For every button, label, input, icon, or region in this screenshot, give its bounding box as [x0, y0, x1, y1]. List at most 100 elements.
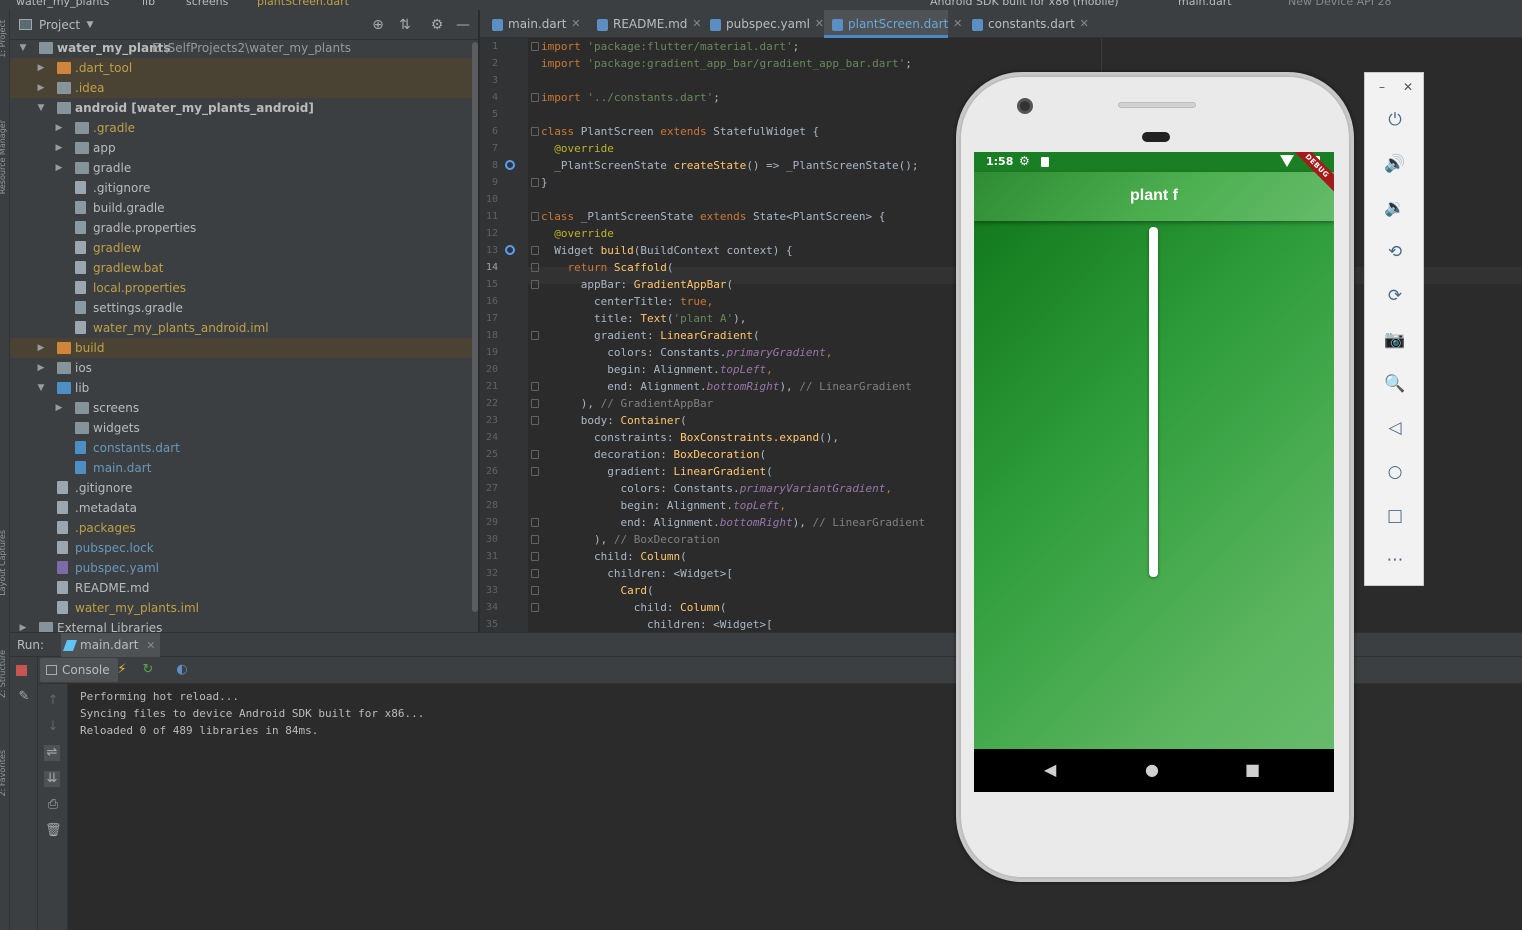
editor-tab[interactable]: main.dart ✕ [484, 10, 580, 38]
collapse-arrow-icon[interactable]: ▶ [54, 118, 64, 138]
expand-arrow-icon[interactable]: ▼ [18, 38, 28, 58]
fold-marker-icon[interactable] [531, 93, 539, 102]
tree-item[interactable]: README.md [10, 578, 478, 598]
home-button[interactable]: ● [1145, 761, 1159, 779]
fold-marker-icon[interactable] [531, 569, 539, 578]
fold-marker-icon[interactable] [531, 603, 539, 612]
close-icon[interactable]: ✕ [1080, 10, 1089, 38]
hot-restart-icon[interactable]: ↻ [140, 662, 156, 678]
editor-tab[interactable]: README.md ✕ [589, 10, 701, 38]
fold-marker-icon[interactable] [531, 467, 539, 476]
expand-arrow-icon[interactable]: ▼ [36, 378, 46, 398]
fold-marker-icon[interactable] [531, 450, 539, 459]
tree-item[interactable]: ▶ .dart_tool [10, 58, 478, 78]
camera-icon[interactable]: 📷 [1384, 329, 1406, 351]
fold-marker-icon[interactable] [531, 416, 539, 425]
fold-marker-icon[interactable] [531, 212, 539, 221]
collapse-arrow-icon[interactable]: ▶ [36, 338, 46, 358]
avd-selector[interactable]: New Device API 28 [1288, 0, 1392, 8]
close-icon[interactable]: ✕ [571, 10, 580, 38]
fold-marker-icon[interactable] [531, 42, 539, 51]
tree-item[interactable]: ▶ External Libraries [10, 618, 478, 632]
breadcrumb-file[interactable]: plantScreen.dart [257, 0, 349, 8]
tree-item[interactable]: main.dart [10, 458, 478, 478]
collapse-arrow-icon[interactable]: ▶ [54, 138, 64, 158]
collapse-arrow-icon[interactable]: ▶ [54, 158, 64, 178]
fold-marker-icon[interactable] [531, 382, 539, 391]
emulator-screen[interactable]: 1:58 ⚙ plant f DEBUG ◀ ● ■ [974, 152, 1334, 792]
collapse-arrow-icon[interactable]: ▶ [36, 58, 46, 78]
breadcrumb-lib[interactable]: lib [142, 0, 155, 8]
scroll-to-end-icon[interactable]: ⇊ [44, 771, 60, 787]
close-icon[interactable]: ✕ [1403, 80, 1413, 94]
fold-marker-icon[interactable] [531, 586, 539, 595]
close-icon[interactable]: ✕ [815, 10, 824, 38]
minimize-icon[interactable]: – [1379, 80, 1385, 94]
zoom-icon[interactable]: 🔍 [1384, 373, 1406, 395]
fold-marker-icon[interactable] [531, 178, 539, 187]
tree-item[interactable]: ▶ ios [10, 358, 478, 378]
volume-up-icon[interactable]: 🔊 [1384, 153, 1406, 175]
hot-reload-icon[interactable]: ⚡ [114, 662, 130, 678]
more-icon[interactable]: ⋯ [1384, 549, 1406, 571]
back-button[interactable]: ◀ [1044, 761, 1056, 779]
fold-marker-icon[interactable] [531, 246, 539, 255]
stop-icon[interactable] [16, 665, 27, 676]
close-icon[interactable]: ✕ [953, 10, 962, 38]
locate-file-icon[interactable]: ⊕ [369, 16, 387, 34]
tree-item[interactable]: water_my_plants_android.iml [10, 318, 478, 338]
tree-item[interactable]: local.properties [10, 278, 478, 298]
fold-marker-icon[interactable] [531, 535, 539, 544]
tree-item[interactable]: constants.dart [10, 438, 478, 458]
tree-item[interactable]: .metadata [10, 498, 478, 518]
collapse-all-icon[interactable]: ⇅ [396, 16, 414, 34]
collapse-arrow-icon[interactable]: ▶ [36, 358, 46, 378]
tree-item[interactable]: widgets [10, 418, 478, 438]
console-tab[interactable]: Console [40, 658, 118, 682]
device-selector[interactable]: Android SDK built for x86 (mobile) [930, 0, 1119, 8]
override-marker-icon[interactable] [505, 245, 515, 255]
tree-item[interactable]: pubspec.lock [10, 538, 478, 558]
project-scrollbar[interactable] [472, 42, 478, 612]
power-icon[interactable]: ⏻ [1384, 109, 1406, 131]
tree-item[interactable]: .gitignore [10, 478, 478, 498]
overview-icon[interactable]: □ [1384, 505, 1406, 527]
run-config-tab[interactable]: main.dart ✕ [61, 633, 161, 658]
trash-icon[interactable]: 🗑 [45, 823, 62, 839]
arrow-up-icon[interactable]: ↑ [45, 693, 61, 709]
hide-panel-icon[interactable]: — [454, 16, 472, 34]
tree-item[interactable]: ▶ .gradle [10, 118, 478, 138]
fold-marker-icon[interactable] [531, 331, 539, 340]
tree-item[interactable]: .packages [10, 518, 478, 538]
editor-tab[interactable]: plantScreen.dart ✕ [824, 10, 962, 38]
rotate-left-icon[interactable]: ⟲ [1384, 241, 1406, 263]
expand-arrow-icon[interactable]: ▼ [36, 98, 46, 118]
volume-down-icon[interactable]: 🔉 [1384, 197, 1406, 219]
fold-marker-icon[interactable] [531, 280, 539, 289]
fold-marker-icon[interactable] [531, 263, 539, 272]
collapse-arrow-icon[interactable]: ▶ [18, 618, 28, 632]
fold-marker-icon[interactable] [531, 518, 539, 527]
home-icon[interactable]: ○ [1384, 461, 1406, 483]
close-icon[interactable]: ✕ [692, 10, 701, 38]
fold-marker-icon[interactable] [531, 399, 539, 408]
tree-item[interactable]: ▶ screens [10, 398, 478, 418]
tree-item[interactable]: water_my_plants.iml [10, 598, 478, 618]
tree-item[interactable]: ▼ lib [10, 378, 478, 398]
tree-item[interactable]: gradle.properties [10, 218, 478, 238]
tree-item[interactable]: gradlew.bat [10, 258, 478, 278]
breadcrumb-project[interactable]: water_my_plants [16, 0, 109, 8]
tree-item[interactable]: ▶ gradle [10, 158, 478, 178]
project-view-selector[interactable]: Project [39, 18, 80, 32]
tree-item[interactable]: pubspec.yaml [10, 558, 478, 578]
editor-tab[interactable]: constants.dart ✕ [964, 10, 1089, 38]
tree-item[interactable]: build.gradle [10, 198, 478, 218]
tree-item[interactable]: ▶ build [10, 338, 478, 358]
tree-item[interactable]: settings.gradle [10, 298, 478, 318]
tree-item[interactable]: ▼ water_my_plants E:\SelfProjects2\water_m… [10, 38, 478, 58]
tree-item[interactable]: ▶ app [10, 138, 478, 158]
run-config-selector[interactable]: main.dart [1178, 0, 1232, 8]
tree-item[interactable]: ▼ android [water_my_plants_android] [10, 98, 478, 118]
rotate-right-icon[interactable]: ⟳ [1384, 285, 1406, 307]
print-icon[interactable]: ⎙ [45, 797, 61, 813]
